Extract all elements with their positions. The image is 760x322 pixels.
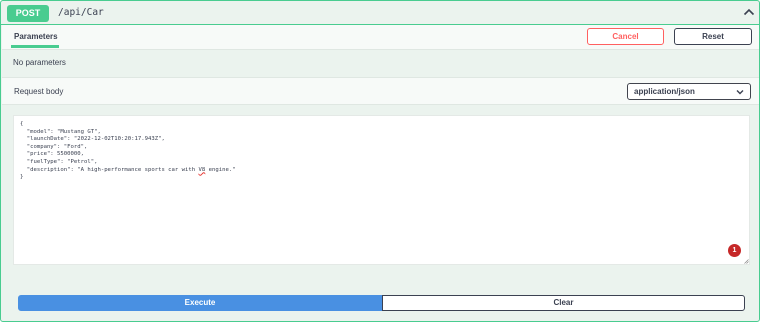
tab-parameters[interactable]: Parameters	[14, 32, 58, 41]
parameters-header: Parameters Cancel Reset	[2, 25, 759, 50]
execute-button[interactable]: Execute	[18, 295, 382, 311]
endpoint-path: /api/Car	[58, 7, 104, 18]
description-prefix: "description": "A high-performance sport…	[20, 166, 199, 173]
issue-count-badge[interactable]: 1	[728, 244, 741, 257]
http-method-badge: POST	[7, 5, 49, 22]
operation-summary[interactable]: POST /api/Car	[1, 1, 759, 25]
chevron-down-icon	[736, 90, 744, 95]
resize-handle-icon[interactable]	[744, 259, 749, 264]
code-line: "company": "Ford",	[20, 143, 88, 150]
code-line: "price": 5500000,	[20, 151, 84, 158]
request-body-label: Request body	[14, 87, 64, 96]
post-operation-block: POST /api/Car Parameters Cancel Reset No…	[0, 0, 760, 322]
code-line: "launchDate": "2022-12-02T10:20:17.943Z"…	[20, 136, 165, 143]
reset-button[interactable]: Reset	[674, 28, 752, 45]
active-tab-indicator	[11, 45, 59, 48]
cancel-button[interactable]: Cancel	[587, 28, 664, 45]
code-line: {	[20, 121, 24, 127]
content-type-value: application/json	[634, 87, 695, 96]
description-suffix: engine."	[205, 166, 236, 173]
code-line: "fuelType": "Petrol",	[20, 158, 98, 165]
code-line: "description": "A high-performance sport…	[20, 167, 749, 175]
chevron-up-icon[interactable]	[743, 7, 755, 17]
code-line: "model": "Mustang GT",	[20, 128, 101, 135]
request-body-header: Request body application/json	[2, 77, 759, 105]
code-line: }	[20, 174, 24, 181]
content-type-select[interactable]: application/json	[627, 83, 751, 100]
request-body-editor[interactable]: { "model": "Mustang GT", "launchDate": "…	[13, 115, 750, 265]
no-parameters-text: No parameters	[13, 58, 66, 67]
clear-button[interactable]: Clear	[382, 295, 745, 311]
